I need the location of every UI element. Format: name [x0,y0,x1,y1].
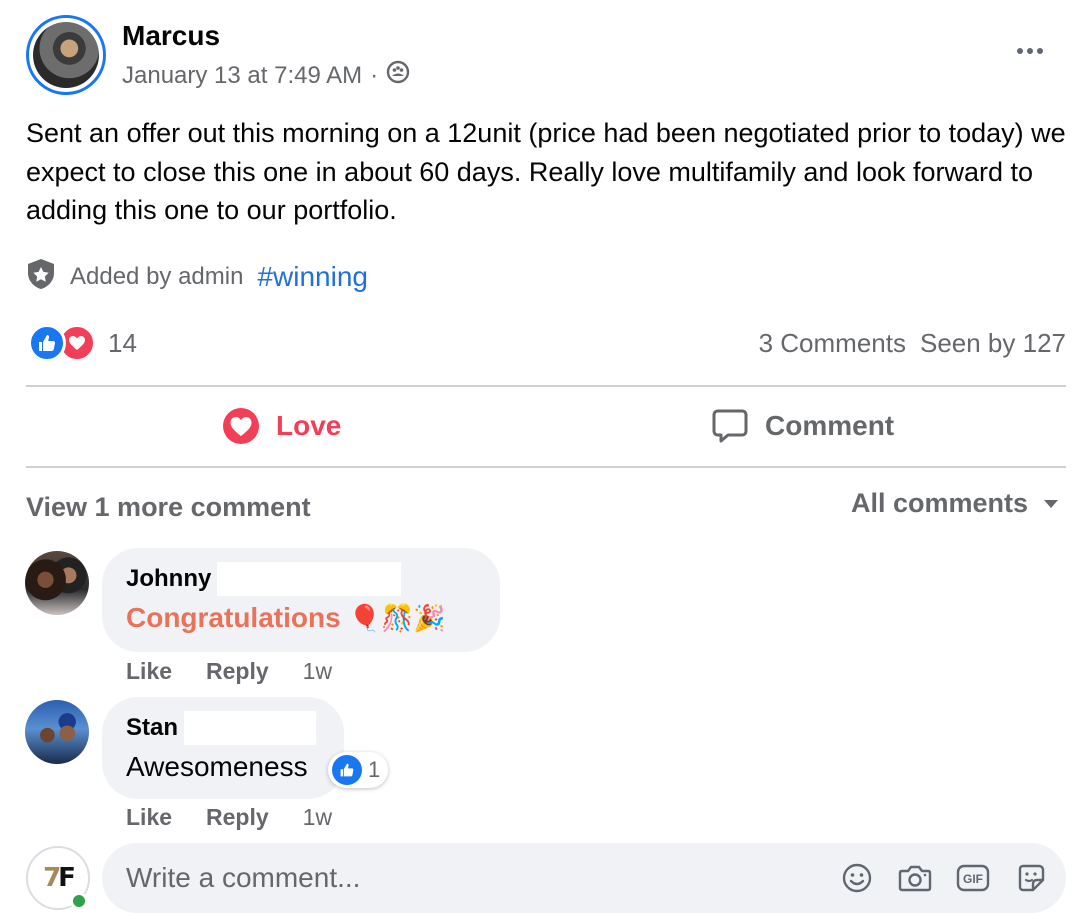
composer-tools: GIF [840,861,1048,895]
comment-bubble: Johnny Congratulations 🎈🎊🎉 [102,548,500,652]
love-button[interactable]: Love [222,407,341,445]
divider [26,385,1066,387]
comment-time[interactable]: 1w [303,804,332,831]
comment-like-link[interactable]: Like [126,658,172,685]
comment-composer[interactable]: GIF [102,843,1066,913]
comment-bubble-icon [712,409,748,443]
commenter-avatar[interactable] [25,700,89,764]
comment-button[interactable]: Comment [711,407,894,445]
reactions-summary[interactable]: 14 [28,324,137,362]
comments-count[interactable]: 3 Comments [759,328,906,359]
group-audience-icon [386,60,410,91]
like-reaction-icon [28,324,66,362]
admin-label: Added by admin [70,262,244,290]
comment-bubble: Stan Awesomeness [102,697,344,799]
comment-text: Congratulations [126,602,341,633]
post-stats: 3 Comments Seen by 127 [759,328,1066,359]
commenter-name[interactable]: Johnny [126,565,211,593]
comment-reaction-badge[interactable]: 1 [328,752,389,788]
online-status-dot [70,892,88,910]
post-timestamp[interactable]: January 13 at 7:49 AM [122,62,362,90]
heart-icon [223,408,259,444]
gif-icon[interactable]: GIF [956,861,990,895]
author-avatar-image [33,22,99,88]
comment-text-row: Awesomeness [126,751,320,783]
more-dot-icon [1027,48,1033,54]
shield-star-icon [26,258,56,295]
like-reaction-icon [332,755,362,785]
comment-actions: Like Reply 1w [126,804,332,831]
celebration-emoji-icons: 🎈🎊🎉 [348,602,446,633]
avatar-logo: 7F [43,863,76,893]
comment-button-label: Comment [765,410,895,441]
comment-reply-link[interactable]: Reply [206,658,269,685]
svg-text:GIF: GIF [963,872,983,886]
more-dot-icon [1017,48,1023,54]
comment-time[interactable]: 1w [303,658,332,685]
comment-text-row: Congratulations 🎈🎊🎉 [126,602,476,634]
commenter-name-row: Stan [126,711,320,745]
redacted-surname [217,562,402,596]
author-avatar[interactable] [26,15,106,95]
commenter-avatar[interactable] [25,551,89,615]
admin-row: Added by admin #winning [26,258,368,295]
love-button-label: Love [276,410,342,441]
post-body: Sent an offer out this morning on a 12un… [26,118,1066,225]
emoji-icon[interactable] [840,861,874,895]
reaction-count: 14 [108,327,137,358]
comment-text: Awesomeness [126,751,308,782]
meta-separator: · [370,61,379,89]
sticker-icon[interactable] [1014,861,1048,895]
divider [26,466,1066,468]
seen-by-count[interactable]: Seen by 127 [920,328,1066,359]
hashtag-link[interactable]: #winning [257,261,368,293]
camera-icon[interactable] [898,861,932,895]
comment-actions: Like Reply 1w [126,658,332,685]
view-more-comments-link[interactable]: View 1 more comment [26,492,311,523]
comment-reaction-count: 1 [368,757,381,782]
redacted-surname [184,711,317,745]
comment-reply-link[interactable]: Reply [206,804,269,831]
comment-filter-label: All comments [850,488,1028,518]
caret-down-icon [1044,499,1058,508]
post-meta: January 13 at 7:49 AM · [122,60,410,91]
more-options-button[interactable] [1010,36,1050,66]
author-name[interactable]: Marcus [122,20,220,52]
comment-filter-dropdown[interactable]: All comments [851,488,1060,519]
more-dot-icon [1037,48,1043,54]
commenter-name-row: Johnny [126,562,476,596]
comment-input[interactable] [126,862,826,894]
comment-like-link[interactable]: Like [126,804,172,831]
commenter-name[interactable]: Stan [126,714,178,742]
